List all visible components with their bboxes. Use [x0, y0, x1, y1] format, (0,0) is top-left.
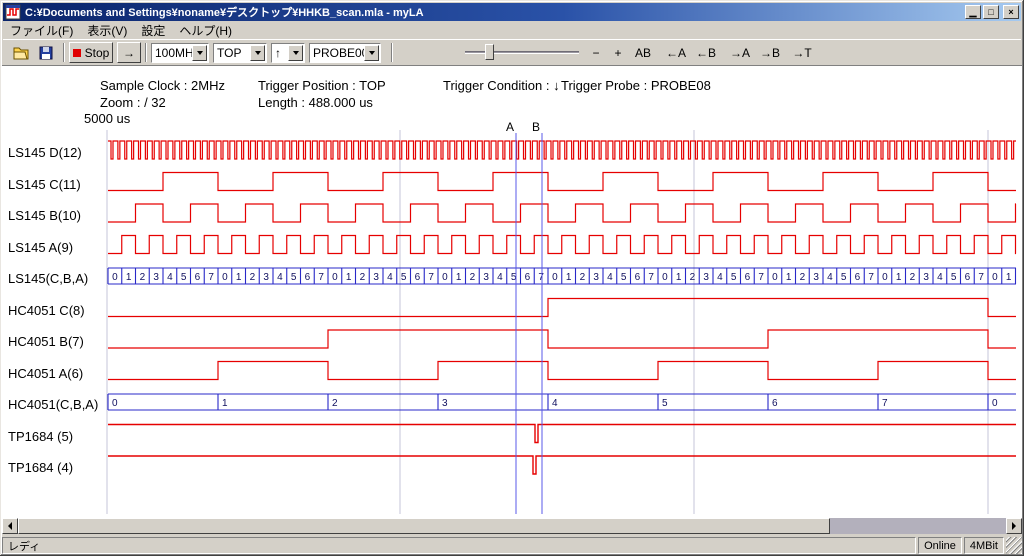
zoom-slider-track — [465, 51, 579, 54]
length-info: Length : 488.000 us — [258, 95, 373, 110]
trigger-probe-value: PROBE00 — [310, 46, 364, 60]
trigger-edge-combobox[interactable]: ↑ — [271, 43, 305, 63]
zoom-in-button[interactable]: + — [609, 42, 627, 63]
zoom-out-button[interactable]: − — [587, 42, 605, 63]
zoom-slider-thumb[interactable] — [485, 44, 494, 60]
minimize-button[interactable]: ▁ — [965, 5, 981, 19]
status-bar: レディ Online 4MBit — [2, 537, 1022, 554]
menu-settings[interactable]: 設定 — [134, 21, 172, 40]
arrow-right-icon — [1012, 522, 1016, 530]
close-button[interactable]: × — [1003, 5, 1019, 19]
menu-view[interactable]: 表示(V) — [80, 21, 134, 40]
menu-bar: ファイル(F) 表示(V) 設定 ヘルプ(H) — [3, 22, 1021, 39]
status-memory-badge: 4MBit — [964, 537, 1004, 554]
open-file-button[interactable] — [9, 42, 33, 63]
trigger-position-value: TOP — [214, 46, 250, 60]
combobox-dropdown-button[interactable] — [192, 45, 207, 61]
menu-file[interactable]: ファイル(F) — [3, 21, 80, 40]
goto-marker-a-left-button[interactable]: ←A — [663, 42, 689, 63]
maximize-button[interactable]: □ — [983, 5, 999, 19]
toolbar-separator — [63, 43, 65, 62]
arrow-left-icon — [8, 522, 12, 530]
scrollbar-thumb[interactable] — [18, 518, 830, 534]
trigger-probe-combobox[interactable]: PROBE00 — [309, 43, 381, 63]
zoom-info: Zoom : / 32 — [100, 95, 166, 110]
save-file-button[interactable] — [34, 42, 58, 63]
scroll-left-button[interactable] — [2, 518, 18, 534]
title-bar: C:¥Documents and Settings¥noname¥デスクトップ¥… — [3, 3, 1021, 21]
sample-clock-value: 100MHz — [152, 46, 192, 60]
trigger-edge-value: ↑ — [272, 46, 288, 60]
resize-grip[interactable] — [1006, 537, 1022, 554]
combobox-dropdown-button[interactable] — [288, 45, 303, 61]
trigger-condition-info: Trigger Condition : ↓ — [443, 78, 560, 93]
goto-marker-b-left-button[interactable]: ←B — [693, 42, 719, 63]
waveform-client-area — [2, 65, 1022, 518]
run-button[interactable]: → — [117, 42, 141, 63]
sample-clock-info: Sample Clock : 2MHz — [100, 78, 225, 93]
app-icon — [5, 4, 21, 20]
mla-window: C:¥Documents and Settings¥noname¥デスクトップ¥… — [0, 0, 1024, 556]
combobox-dropdown-button[interactable] — [364, 45, 379, 61]
combobox-dropdown-button[interactable] — [250, 45, 265, 61]
status-ready-text: レディ — [2, 537, 916, 554]
trigger-probe-info: Trigger Probe : PROBE08 — [561, 78, 711, 93]
chevron-down-icon — [369, 51, 375, 55]
time-scale-label: 5000 us — [84, 111, 130, 126]
goto-trigger-button[interactable]: →T — [789, 42, 815, 63]
chevron-down-icon — [293, 51, 299, 55]
trigger-position-combobox[interactable]: TOP — [213, 43, 267, 63]
menu-help[interactable]: ヘルプ(H) — [172, 21, 239, 40]
goto-marker-a-right-button[interactable]: →A — [727, 42, 753, 63]
floppy-disk-icon — [39, 46, 53, 60]
scroll-right-button[interactable] — [1006, 518, 1022, 534]
stop-label: Stop — [85, 46, 110, 60]
chevron-down-icon — [197, 51, 203, 55]
trigger-position-info: Trigger Position : TOP — [258, 78, 386, 93]
open-folder-icon — [13, 46, 29, 60]
status-online-badge: Online — [918, 537, 962, 554]
goto-marker-b-right-button[interactable]: →B — [757, 42, 783, 63]
toolbar-separator — [391, 43, 393, 62]
stop-icon — [73, 49, 81, 57]
horizontal-scrollbar[interactable] — [2, 518, 1022, 534]
window-title: C:¥Documents and Settings¥noname¥デスクトップ¥… — [25, 4, 963, 20]
sample-clock-combobox[interactable]: 100MHz — [151, 43, 209, 63]
toolbar-separator — [145, 43, 147, 62]
zoom-slider[interactable] — [465, 42, 579, 63]
toolbar: Stop → 100MHz TOP ↑ PROBE00 − + AB ←A ←B — [3, 39, 1021, 65]
chevron-down-icon — [255, 51, 261, 55]
stop-button[interactable]: Stop — [69, 42, 113, 63]
ab-range-button[interactable]: AB — [631, 42, 655, 63]
